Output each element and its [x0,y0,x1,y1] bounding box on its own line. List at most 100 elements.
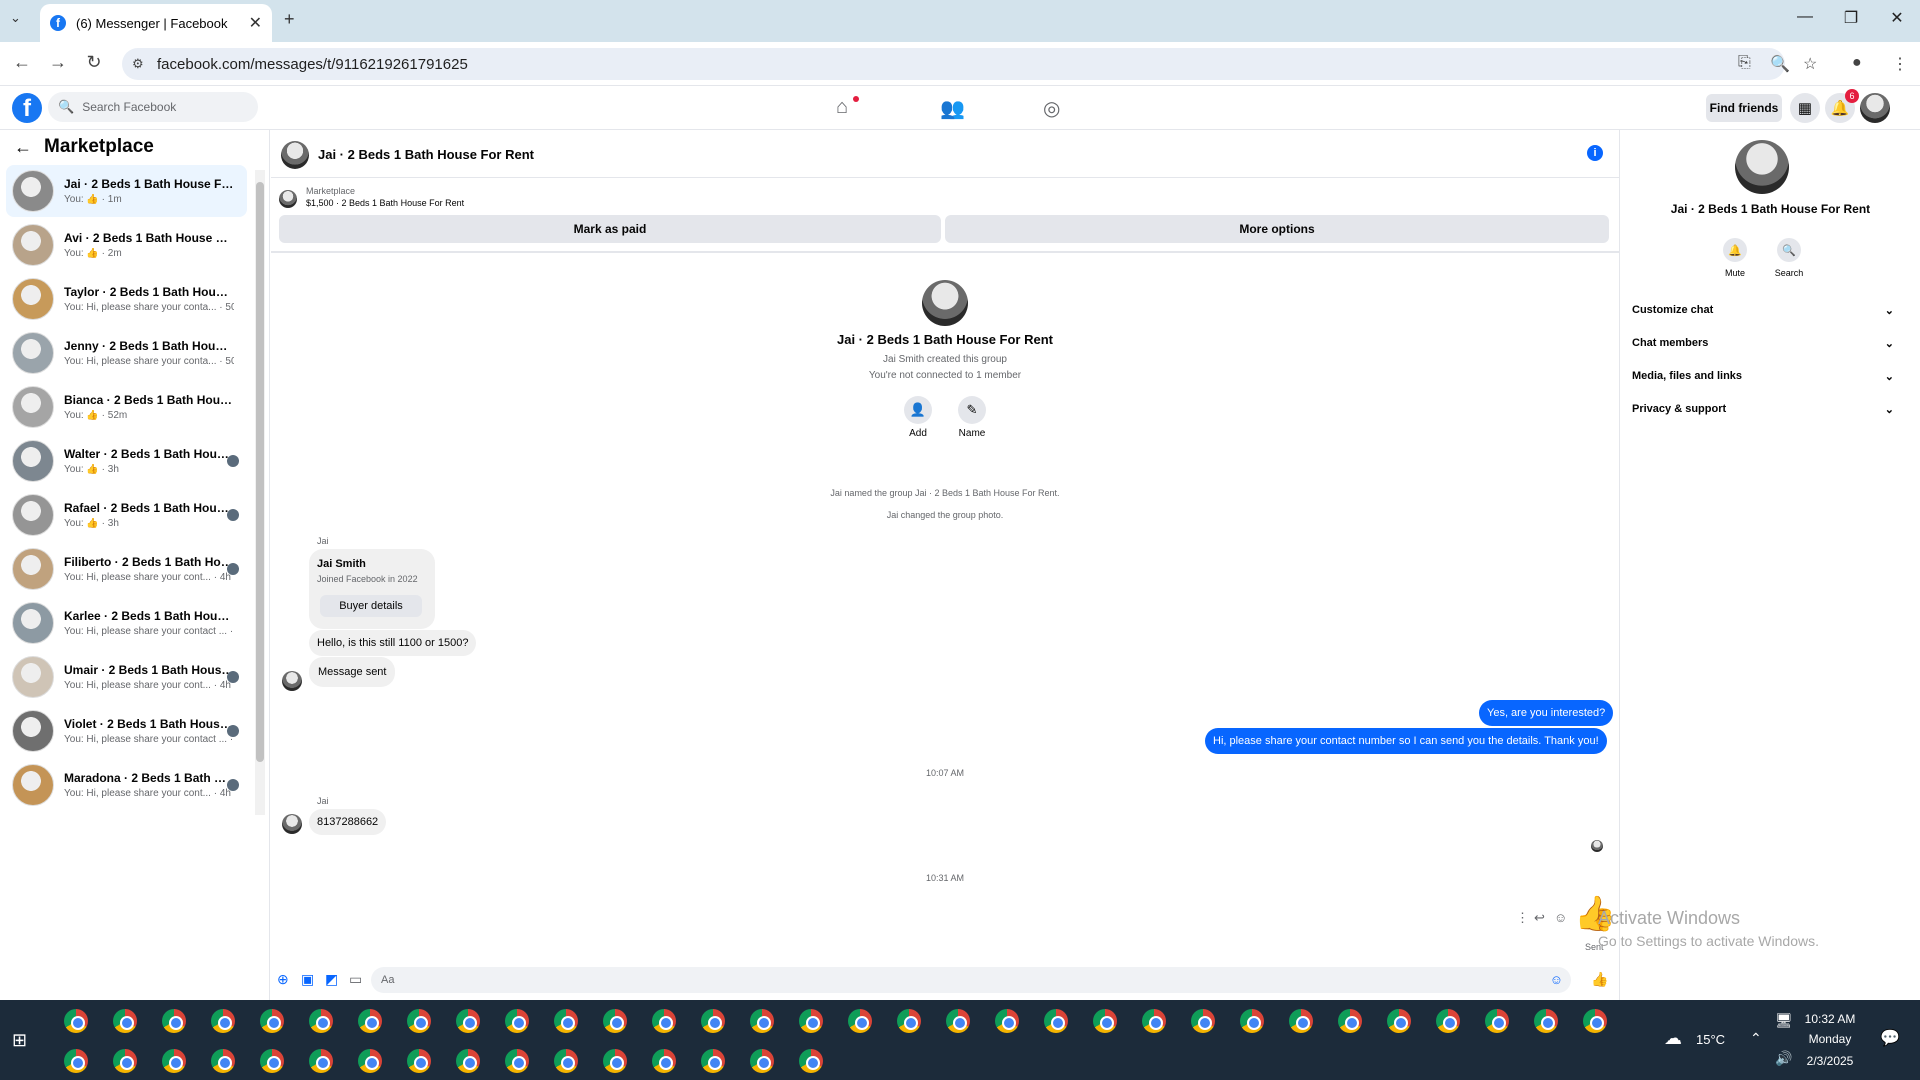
chrome-taskbar-icon[interactable] [848,1009,872,1033]
react-icon[interactable]: ☺ [1554,910,1567,925]
notification-center-icon[interactable]: 💬 [1880,1028,1900,1048]
chrome-taskbar-icon[interactable] [1240,1009,1264,1033]
chrome-taskbar-icon[interactable] [211,1009,235,1033]
chrome-taskbar-icon[interactable] [260,1009,284,1033]
chrome-taskbar-icon[interactable] [358,1009,382,1033]
sidebar-scrollbar[interactable] [255,170,265,815]
listing-thumbnail[interactable] [279,190,297,208]
chrome-taskbar-icon[interactable] [603,1009,627,1033]
chrome-taskbar-icon[interactable] [1289,1009,1313,1033]
clock-day[interactable]: Monday [1798,1032,1862,1046]
chrome-taskbar-icon[interactable] [652,1009,676,1033]
chrome-taskbar-icon[interactable] [1583,1009,1607,1033]
plus-icon[interactable]: ⊕ [277,971,289,988]
image-icon[interactable]: ▣ [301,971,314,988]
chrome-taskbar-icon[interactable] [1436,1009,1460,1033]
tab-list-icon[interactable]: ⌄ [10,10,21,26]
chat-title[interactable]: Jai · 2 Beds 1 Bath House For Rent [318,147,534,162]
groups-icon[interactable]: ◎ [1043,96,1060,121]
chrome-taskbar-icon[interactable] [505,1009,529,1033]
chrome-taskbar-icon[interactable] [113,1009,137,1033]
chrome-taskbar-icon[interactable] [799,1009,823,1033]
account-avatar[interactable] [1860,93,1890,123]
chrome-taskbar-icon[interactable] [113,1049,137,1073]
volume-icon[interactable]: 🔊 [1775,1050,1792,1067]
chat-avatar[interactable] [281,141,309,169]
chrome-taskbar-icon[interactable] [1191,1009,1215,1033]
reply-icon[interactable]: ↩ [1534,910,1545,926]
install-app-icon[interactable]: ⎘ [1738,54,1751,72]
chrome-taskbar-icon[interactable] [309,1009,333,1033]
find-friends-button[interactable]: Find friends [1706,94,1782,122]
chrome-taskbar-icon[interactable] [309,1049,333,1073]
chrome-taskbar-icon[interactable] [260,1049,284,1073]
bookmark-star-icon[interactable]: ☆ [1803,54,1817,74]
media-files-item[interactable]: Media, files and links ⌄ [1632,370,1894,383]
conversation-item[interactable]: Avi · 2 Beds 1 Bath House For R... You: 👍… [6,219,247,271]
forward-icon[interactable]: → [46,52,70,73]
message-bubble[interactable]: Hello, is this still 1100 or 1500? [309,630,477,656]
conversation-item[interactable]: Walter · 2 Beds 1 Bath House... You: 👍 · … [6,435,247,487]
add-member-button[interactable]: 👤 [904,396,932,424]
chrome-taskbar-icon[interactable] [456,1049,480,1073]
close-window-icon[interactable]: ✕ [1882,8,1912,28]
url-field[interactable]: ⚙ facebook.com/messages/t/91162192617916… [122,48,1785,80]
emoji-icon[interactable]: ☺ [1550,972,1563,987]
buyer-details-button[interactable]: Buyer details [320,595,422,617]
restore-icon[interactable]: ❐ [1836,8,1866,28]
conversation-item[interactable]: Umair · 2 Beds 1 Bath House ... You: Hi, … [6,651,247,703]
sticker-icon[interactable]: ◩ [325,971,338,988]
browser-tab[interactable]: f (6) Messenger | Facebook ✕ [40,4,272,42]
chrome-taskbar-icon[interactable] [407,1009,431,1033]
chrome-taskbar-icon[interactable] [603,1049,627,1073]
chrome-taskbar-icon[interactable] [1485,1009,1509,1033]
chrome-taskbar-icon[interactable] [701,1009,725,1033]
chrome-taskbar-icon[interactable] [1338,1009,1362,1033]
sender-avatar[interactable] [282,671,302,691]
close-tab-icon[interactable]: ✕ [249,13,262,33]
conversation-item[interactable]: Rafael · 2 Beds 1 Bath House ... You: 👍 ·… [6,489,247,541]
conversation-item[interactable]: Jenny · 2 Beds 1 Bath House Fo... You: Hi… [6,327,247,379]
chrome-taskbar-icon[interactable] [64,1049,88,1073]
show-hidden-icons[interactable]: ⌃ [1750,1030,1762,1047]
chrome-taskbar-icon[interactable] [995,1009,1019,1033]
sent-message-bubble[interactable]: Yes, are you interested? [1479,700,1614,726]
menu-grid-icon[interactable]: ▦ [1790,93,1820,123]
chrome-taskbar-icon[interactable] [162,1009,186,1033]
gif-icon[interactable]: ▭ [349,971,362,988]
reload-icon[interactable]: ↻ [82,52,106,73]
conversation-item[interactable]: Bianca · 2 Beds 1 Bath House F... You: 👍 … [6,381,247,433]
more-options-button[interactable]: More options [945,215,1609,243]
chrome-taskbar-icon[interactable] [946,1009,970,1033]
chrome-taskbar-icon[interactable] [554,1049,578,1073]
chrome-taskbar-icon[interactable] [1044,1009,1068,1033]
chrome-taskbar-icon[interactable] [162,1049,186,1073]
home-icon[interactable]: ⌂ [836,96,859,119]
chrome-taskbar-icon[interactable] [799,1049,823,1073]
chat-members-item[interactable]: Chat members ⌄ [1632,337,1894,350]
customize-chat-item[interactable]: Customize chat ⌄ [1632,304,1894,317]
chrome-taskbar-icon[interactable] [1534,1009,1558,1033]
windows-start-icon[interactable]: ⊞ [12,1030,27,1051]
notifications-icon[interactable]: 🔔 6 [1825,89,1859,123]
sent-message-bubble[interactable]: Hi, please share your contact number so … [1205,728,1607,754]
conversation-item[interactable]: Taylor · 2 Beds 1 Bath House Fo... You: H… [6,273,247,325]
chrome-taskbar-icon[interactable] [456,1009,480,1033]
chrome-taskbar-icon[interactable] [407,1049,431,1073]
profile-icon[interactable]: ● [1852,54,1862,72]
chrome-taskbar-icon[interactable] [701,1049,725,1073]
conversation-item[interactable]: Filiberto · 2 Beds 1 Bath Hou... You: Hi,… [6,543,247,595]
info-icon[interactable]: i [1587,145,1603,161]
new-tab-icon[interactable]: + [284,9,295,30]
chrome-taskbar-icon[interactable] [505,1049,529,1073]
conversation-item[interactable]: Maradona · 2 Beds 1 Bath Ho... You: Hi, p… [6,759,247,811]
chrome-taskbar-icon[interactable] [554,1009,578,1033]
more-actions-icon[interactable]: ⋮ [1516,910,1529,926]
chrome-taskbar-icon[interactable] [1142,1009,1166,1033]
zoom-icon[interactable]: 🔍 [1770,54,1790,74]
facebook-logo-icon[interactable]: f [12,93,42,123]
search-chat-button[interactable]: 🔍 [1777,238,1801,262]
conversation-item[interactable]: Karlee · 2 Beds 1 Bath House Fo... You: H… [6,597,247,649]
listing-price[interactable]: $1,500 · 2 Beds 1 Bath House For Rent [306,198,464,208]
message-bubble[interactable]: 8137288662 [309,809,387,835]
